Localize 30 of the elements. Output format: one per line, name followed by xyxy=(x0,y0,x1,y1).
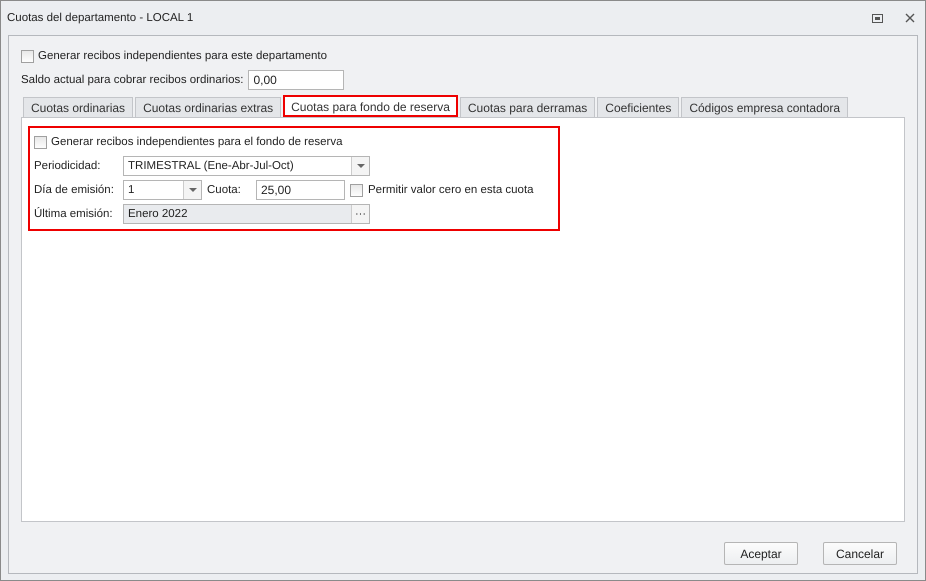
tab[interactable]: Coeficientes xyxy=(597,97,680,117)
issue-day-label: Día de emisión: xyxy=(34,184,115,196)
restore-icon[interactable] xyxy=(872,14,883,22)
last-issue-field[interactable]: Enero 2022 ··· xyxy=(123,204,370,224)
fee-field[interactable]: 25,00 xyxy=(256,180,345,200)
balance-field[interactable]: 0,00 xyxy=(248,70,344,90)
issue-day-dropdown[interactable]: 1 xyxy=(123,180,202,200)
tab[interactable]: Cuotas ordinarias xyxy=(23,97,134,117)
checkbox[interactable] xyxy=(21,50,34,62)
checkbox[interactable] xyxy=(34,136,47,148)
fee-label: Cuota: xyxy=(207,184,242,196)
dialog-button[interactable]: Aceptar xyxy=(724,542,798,565)
periodicity-label: Periodicidad: xyxy=(34,160,102,172)
checkbox-label: Generar recibos independientes para este departamento xyxy=(38,50,327,62)
last-issue-label: Última emisión: xyxy=(34,208,114,220)
periodicity-dropdown[interactable]: TRIMESTRAL (Ene-Abr-Jul-Oct) xyxy=(123,156,370,176)
window-title: Cuotas del departamento - LOCAL 1 xyxy=(7,12,194,24)
checkbox-label: Permitir valor cero en esta cuota xyxy=(368,184,534,196)
dialog-button[interactable]: Cancelar xyxy=(823,542,897,565)
tab[interactable]: Cuotas ordinarias extras xyxy=(135,97,282,117)
tab[interactable]: Cuotas para fondo de reserva xyxy=(283,95,458,117)
balance-label: Saldo actual para cobrar recibos ordinarios: xyxy=(21,74,244,86)
tab[interactable]: Códigos empresa contadora xyxy=(681,97,848,117)
caret-icon xyxy=(188,188,196,192)
checkbox-label: Generar recibos independientes para el fondo de reserva xyxy=(51,136,343,148)
caret-icon xyxy=(356,164,364,168)
close-icon[interactable] xyxy=(905,13,915,23)
checkbox[interactable] xyxy=(350,184,363,196)
tab[interactable]: Cuotas para derramas xyxy=(460,97,596,117)
ellipsis-button[interactable]: ··· xyxy=(351,205,369,223)
